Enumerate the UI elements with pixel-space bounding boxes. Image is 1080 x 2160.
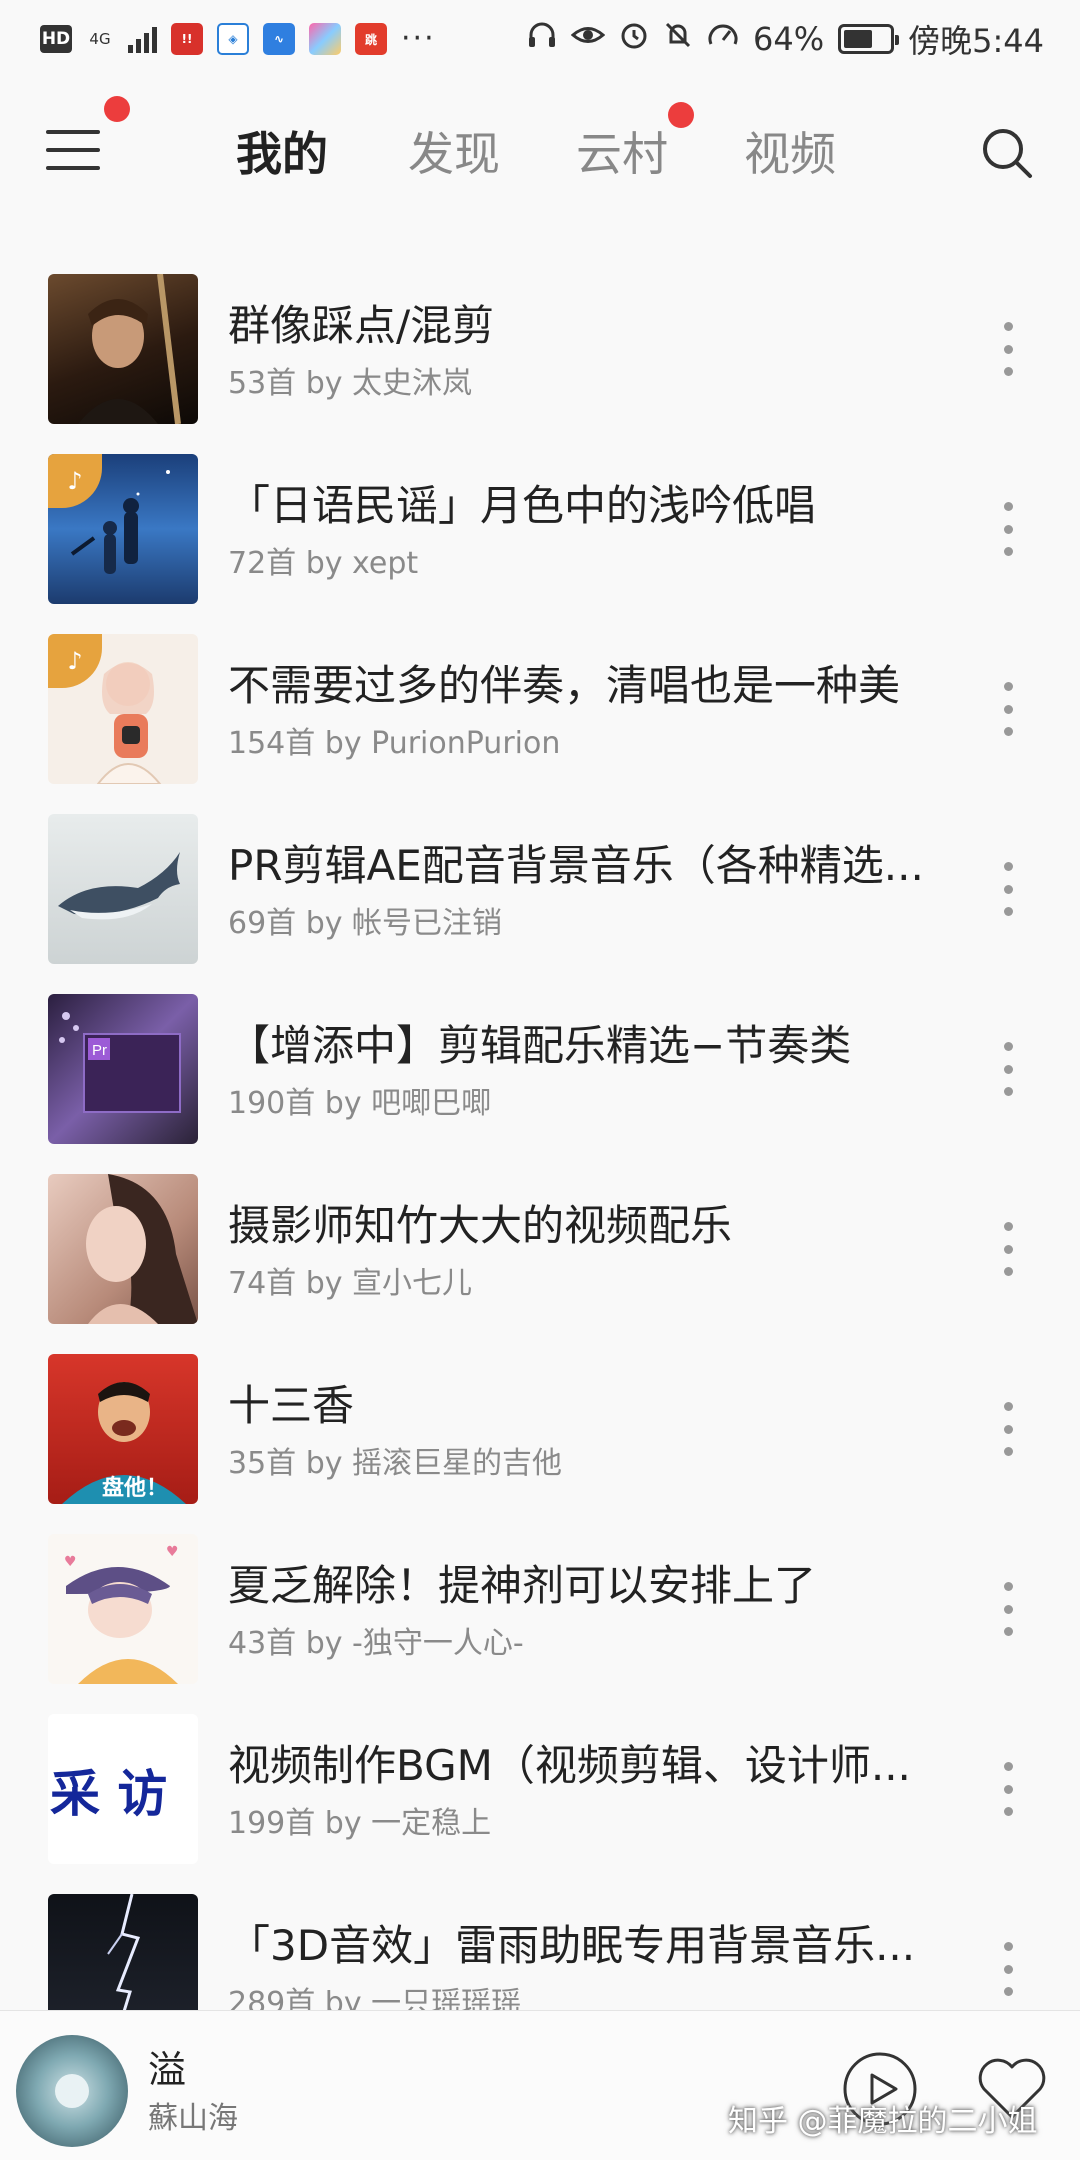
clock: 傍晚5:44 [908, 22, 1044, 60]
svg-text:♥: ♥ [64, 1554, 77, 1570]
menu-notification-dot [104, 96, 130, 122]
playlist-subtitle: 69首 by 帐号已注销 [228, 906, 503, 941]
battery-percent: 64% [753, 20, 825, 58]
playlist-title: PR剪辑AE配音背景音乐（各种精选... [228, 841, 924, 890]
playlist-cover [48, 274, 198, 424]
speed-icon [707, 20, 739, 58]
more-options-button[interactable] [990, 854, 1026, 924]
more-options-button[interactable] [990, 1574, 1026, 1644]
more-options-button[interactable] [990, 1214, 1026, 1284]
playlist-title: 【增添中】剪辑配乐精选−节奏类 [228, 1021, 852, 1070]
search-button[interactable] [980, 126, 1034, 180]
playlist-title: 群像踩点/混剪 [228, 301, 495, 350]
playlist-subtitle: 72首 by xept [228, 546, 419, 581]
top-nav: 我的 发现 云村 视频 [0, 96, 1080, 204]
tab-video[interactable]: 视频 [744, 118, 836, 184]
menu-button[interactable] [46, 128, 100, 172]
network-type: 4G [89, 30, 111, 48]
playlist-row[interactable]: PR剪辑AE配音背景音乐（各种精选... 69首 by 帐号已注销 [0, 802, 1080, 982]
news-app-icon: !! [171, 23, 203, 55]
tab-mine[interactable]: 我的 [236, 118, 328, 184]
alarm-icon [619, 20, 649, 58]
playlist-title: 十三香 [228, 1381, 355, 1430]
shield-app-icon: ◈ [217, 23, 249, 55]
headphones-icon [527, 20, 557, 58]
cloud-village-notification-dot [668, 102, 694, 128]
status-bar-right: 64% 傍晚5:44 [527, 16, 1044, 62]
playlist-cover: ♥ ♥ [48, 1534, 198, 1684]
game-app-icon: 跳 [355, 23, 387, 55]
playlist-cover [48, 1174, 198, 1324]
battery-icon [838, 24, 900, 54]
cover-caption: 盘他！ [102, 1476, 169, 1501]
more-options-button[interactable] [990, 1754, 1026, 1824]
playlist-title: 摄影师知竹大大的视频配乐 [228, 1201, 733, 1250]
playlist-subtitle: 53首 by 太史沐岚 [228, 366, 473, 401]
more-notifications-icon: ··· [401, 21, 436, 56]
menu-icon [46, 130, 100, 134]
playlist-subtitle: 35首 by 摇滚巨星的吉他 [228, 1446, 563, 1481]
playlist-title: 夏乏解除！提神剂可以安排上了 [228, 1561, 817, 1610]
more-options-button[interactable] [990, 1934, 1026, 2004]
mute-icon [663, 20, 693, 58]
more-options-button[interactable] [990, 314, 1026, 384]
wave-app-icon: ∿ [263, 23, 295, 55]
playlist-row[interactable]: 摄影师知竹大大的视频配乐 74首 by 宣小七儿 [0, 1162, 1080, 1342]
watermark: 知乎 @菲魔拉的二小姐 [728, 2104, 1038, 2139]
playlist-title: 「日语民谣」月色中的浅吟低唱 [228, 481, 817, 530]
more-options-button[interactable] [990, 1034, 1026, 1104]
now-playing-artist: 蘇山海 [148, 2101, 238, 2136]
playlist-title: 视频制作BGM（视频剪辑、设计师... [228, 1741, 911, 1790]
svg-text:Pr: Pr [92, 1042, 107, 1059]
playlist-cover: ♪ [48, 634, 198, 784]
now-playing-artwork[interactable] [16, 2035, 128, 2147]
gallery-app-icon [309, 23, 341, 55]
tab-discover[interactable]: 发现 [408, 118, 500, 184]
cover-caption: 采 访 [50, 1764, 168, 1823]
playlist-cover: 盘他！ [48, 1354, 198, 1504]
playlist-title: 「3D音效」雷雨助眠专用背景音乐... [228, 1921, 916, 1970]
playlist-row[interactable]: ♪ 「日语民谣」月色中的浅吟低唱 72首 by xept [0, 442, 1080, 622]
more-options-button[interactable] [990, 674, 1026, 744]
playlist-cover [48, 814, 198, 964]
battery-fill [844, 30, 873, 48]
playlist-cover: Pr [48, 994, 198, 1144]
playlist-cover: ♪ [48, 454, 198, 604]
playlist-subtitle: 43首 by -独守一人心- [228, 1626, 524, 1661]
playlist-subtitle: 199首 by 一定稳上 [228, 1806, 492, 1841]
playlist-subtitle: 190首 by 吧唧巴唧 [228, 1086, 492, 1121]
playlist-row[interactable]: 盘他！ 十三香 35首 by 摇滚巨星的吉他 [0, 1342, 1080, 1522]
status-bar: HD 4G !! ◈ ∿ 跳 ··· 64% 傍晚5:44 [0, 0, 1080, 78]
svg-text:♥: ♥ [166, 1544, 179, 1560]
signal-icon [128, 25, 157, 53]
playlist-row[interactable]: ♥ ♥ 夏乏解除！提神剂可以安排上了 43首 by -独守一人心- [0, 1522, 1080, 1702]
now-playing-title: 溢 [148, 2048, 187, 2092]
tab-cloud-village[interactable]: 云村 [576, 118, 668, 184]
eye-icon [570, 20, 606, 58]
search-icon [983, 129, 1032, 178]
hd-badge: HD [40, 25, 72, 53]
more-options-button[interactable] [990, 494, 1026, 564]
playlist-row[interactable]: ♪ 不需要过多的伴奏，清唱也是一种美 154首 by PurionPurion [0, 622, 1080, 802]
playlist-title: 不需要过多的伴奏，清唱也是一种美 [228, 661, 901, 710]
playlist-subtitle: 74首 by 宣小七儿 [228, 1266, 473, 1301]
playlist-row[interactable]: 群像踩点/混剪 53首 by 太史沐岚 [0, 262, 1080, 442]
playlist-row[interactable]: 采 访 视频制作BGM（视频剪辑、设计师... 199首 by 一定稳上 [0, 1702, 1080, 1882]
more-options-button[interactable] [990, 1394, 1026, 1464]
playlist-cover: 采 访 [48, 1714, 198, 1864]
playlist-subtitle: 154首 by PurionPurion [228, 726, 561, 761]
playlist-row[interactable]: Pr 【增添中】剪辑配乐精选−节奏类 190首 by 吧唧巴唧 [0, 982, 1080, 1162]
status-bar-left: HD 4G !! ◈ ∿ 跳 ··· [40, 23, 436, 55]
